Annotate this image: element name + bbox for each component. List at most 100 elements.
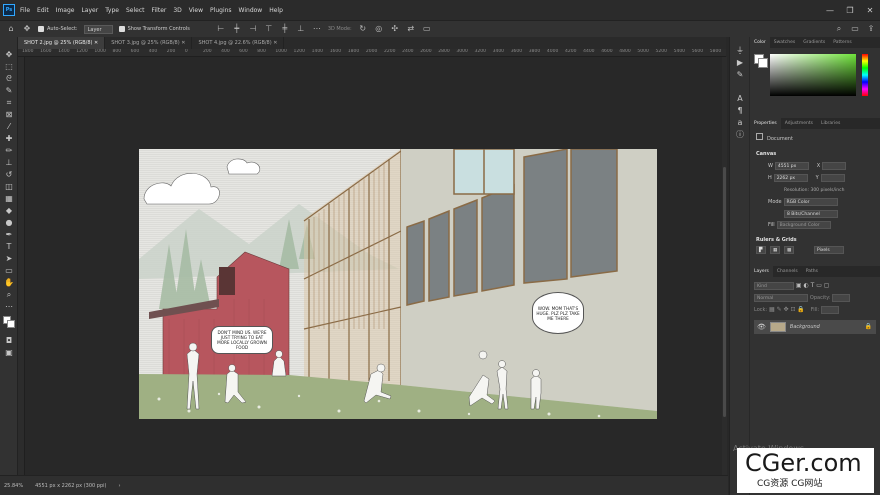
menu-type[interactable]: Type xyxy=(105,7,119,14)
rectangle-tool-icon[interactable]: ▭ xyxy=(0,265,18,277)
gradient-tool-icon[interactable]: ▦ xyxy=(0,193,18,205)
menu-view[interactable]: View xyxy=(189,7,203,14)
3d-rotate-icon[interactable]: ↻ xyxy=(358,24,368,34)
menu-file[interactable]: File xyxy=(20,7,30,14)
menu-select[interactable]: Select xyxy=(126,7,145,14)
crop-tool-icon[interactable]: ⌗ xyxy=(0,97,18,109)
hand-tool-icon[interactable]: ✋ xyxy=(0,277,18,289)
workspace-icon[interactable]: ▭ xyxy=(850,24,860,34)
ruler-toggle-icon[interactable]: ▛ xyxy=(756,246,766,254)
mode-select[interactable]: RGB Color xyxy=(783,197,838,206)
3d-slide-icon[interactable]: ⇄ xyxy=(406,24,416,34)
character-icon[interactable]: A xyxy=(730,93,750,105)
canvas-section-title[interactable]: Canvas xyxy=(756,151,776,157)
3d-roll-icon[interactable]: ◎ xyxy=(374,24,384,34)
align-left-icon[interactable]: ⊢ xyxy=(216,24,226,34)
tab-swatches[interactable]: Swatches xyxy=(770,37,800,48)
layer-filter-kind[interactable]: Kind xyxy=(754,281,794,290)
move-tool-icon[interactable]: ✥ xyxy=(0,49,18,61)
width-field[interactable]: 4551 px xyxy=(774,161,809,170)
filter-icons[interactable]: ▣ ◐ T ▭ ▢ xyxy=(796,282,830,289)
quick-mask-icon[interactable]: ◘ xyxy=(0,335,18,347)
3d-scale-icon[interactable]: ▭ xyxy=(422,24,432,34)
vertical-scrollbar[interactable] xyxy=(722,57,727,475)
menu-filter[interactable]: Filter xyxy=(152,7,167,14)
menu-plugins[interactable]: Plugins xyxy=(210,7,232,14)
opacity-field[interactable] xyxy=(832,293,851,302)
history-icon[interactable]: ⏚ xyxy=(730,45,750,57)
tab-patterns[interactable]: Patterns xyxy=(829,37,856,48)
actions-icon[interactable]: ▶ xyxy=(730,57,750,69)
grid-toggle-icon[interactable]: ▦ xyxy=(770,246,780,254)
height-field[interactable]: 2262 px xyxy=(773,173,808,182)
brush-settings-icon[interactable]: ✎ xyxy=(730,69,750,81)
hue-slider[interactable] xyxy=(862,54,868,96)
tab-adjustments[interactable]: Adjustments xyxy=(781,118,817,129)
rulers-grids-title[interactable]: Rulers & Grids xyxy=(756,237,797,243)
search-icon[interactable]: ⌕ xyxy=(834,24,844,34)
align-right-icon[interactable]: ⊣ xyxy=(248,24,258,34)
fill-select[interactable]: Background Color xyxy=(776,220,831,229)
dodge-tool-icon[interactable]: ● xyxy=(0,217,18,229)
visibility-eye-icon[interactable]: 👁 xyxy=(757,321,766,333)
color-field[interactable] xyxy=(770,54,856,96)
eyedropper-tool-icon[interactable]: ⁄ xyxy=(0,121,18,133)
align-top-icon[interactable]: ⊤ xyxy=(264,24,274,34)
scroll-thumb[interactable] xyxy=(723,167,726,417)
menu-edit[interactable]: Edit xyxy=(37,7,49,14)
history-brush-icon[interactable]: ↺ xyxy=(0,169,18,181)
tab-color[interactable]: Color xyxy=(750,37,770,48)
depth-select[interactable]: 8 Bits/Channel xyxy=(784,209,838,218)
tab-paths[interactable]: Paths xyxy=(802,266,822,277)
blur-tool-icon[interactable]: ◆ xyxy=(0,205,18,217)
guides-toggle-icon[interactable]: ▩ xyxy=(784,246,794,254)
tab-channels[interactable]: Channels xyxy=(773,266,802,277)
glyphs-icon[interactable]: a xyxy=(730,117,750,129)
menu-3d[interactable]: 3D xyxy=(173,7,181,14)
tab-properties[interactable]: Properties xyxy=(750,118,781,129)
zoom-tool-icon[interactable]: ⌕ xyxy=(0,289,18,301)
pen-tool-icon[interactable]: ✒ xyxy=(0,229,18,241)
lasso-tool-icon[interactable]: ᘓ xyxy=(0,73,18,85)
path-select-icon[interactable]: ➤ xyxy=(0,253,18,265)
align-middle-icon[interactable]: ╪ xyxy=(280,24,290,34)
screen-mode-icon[interactable]: ▣ xyxy=(0,347,18,359)
menu-help[interactable]: Help xyxy=(269,7,283,14)
3d-pan-icon[interactable]: ✣ xyxy=(390,24,400,34)
tab-layers[interactable]: Layers xyxy=(750,266,773,277)
healing-brush-icon[interactable]: ✚ xyxy=(0,133,18,145)
x-field[interactable] xyxy=(822,161,847,170)
frame-tool-icon[interactable]: ⊠ xyxy=(0,109,18,121)
eraser-tool-icon[interactable]: ◫ xyxy=(0,181,18,193)
transform-controls-checkbox[interactable]: Show Transform Controls xyxy=(118,26,190,32)
color-swatches[interactable] xyxy=(0,313,18,335)
align-bottom-icon[interactable]: ⊥ xyxy=(296,24,306,34)
more-options-icon[interactable]: ⋯ xyxy=(312,24,322,34)
quick-select-tool-icon[interactable]: ✎ xyxy=(0,85,18,97)
zoom-level[interactable]: 25.84% xyxy=(4,483,23,489)
share-icon[interactable]: ⇪ xyxy=(866,24,876,34)
menu-window[interactable]: Window xyxy=(239,7,263,14)
layer-select-dropdown[interactable]: Layer xyxy=(83,24,113,34)
align-center-icon[interactable]: ┿ xyxy=(232,24,242,34)
background-swatch[interactable] xyxy=(758,58,768,68)
paragraph-icon[interactable]: ¶ xyxy=(730,105,750,117)
edit-toolbar-icon[interactable]: ⋯ xyxy=(0,301,18,313)
menu-layer[interactable]: Layer xyxy=(81,7,98,14)
marquee-tool-icon[interactable]: ⬚ xyxy=(0,61,18,73)
document-canvas[interactable]: DON'T MIND US. WE'RE JUST TRYING TO EAT … xyxy=(139,149,657,419)
move-tool-icon[interactable]: ✥ xyxy=(22,24,32,34)
document-size[interactable]: 4551 px x 2262 px (300 ppi) xyxy=(35,483,106,489)
fill-opacity-field[interactable] xyxy=(821,305,840,314)
tab-shot-3[interactable]: SHOT 3.jpg @ 25% (RGB/8) ✕ xyxy=(105,37,193,49)
menu-image[interactable]: Image xyxy=(56,7,75,14)
info-icon[interactable]: ⓘ xyxy=(730,129,750,141)
layer-row-background[interactable]: 👁 Background 🔒 xyxy=(754,320,876,334)
tab-shot-2[interactable]: SHOT 2.jpg @ 25% (RGB/8) ✕ xyxy=(18,37,106,49)
type-tool-icon[interactable]: T xyxy=(0,241,18,253)
blend-mode-select[interactable]: Normal xyxy=(754,293,808,302)
auto-select-checkbox[interactable]: Auto-Select: xyxy=(38,26,78,32)
minimize-button[interactable]: — xyxy=(820,6,840,15)
brush-tool-icon[interactable]: ✏ xyxy=(0,145,18,157)
stamp-tool-icon[interactable]: ⊥ xyxy=(0,157,18,169)
